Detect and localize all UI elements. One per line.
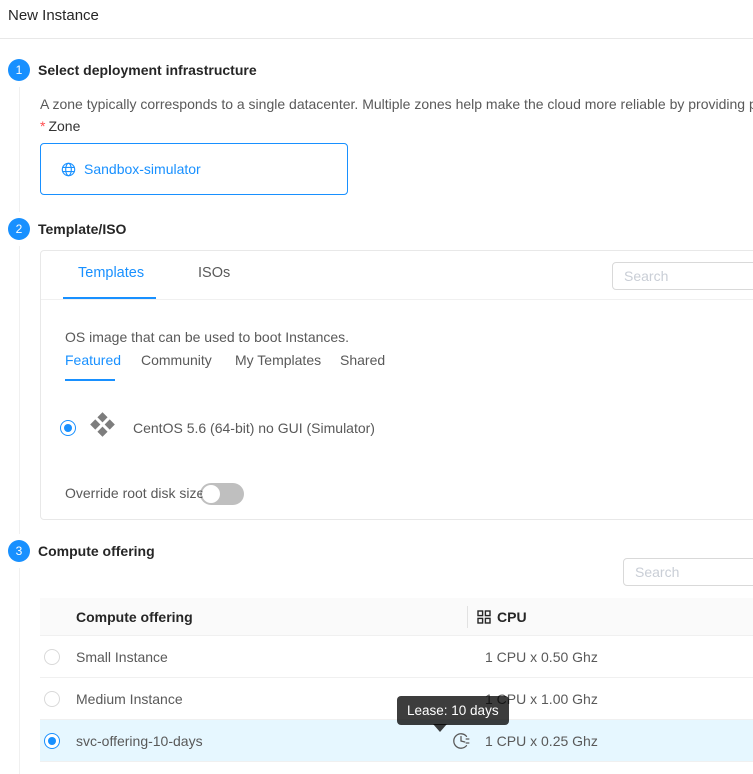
step-2-tail-line xyxy=(19,246,20,534)
lease-tooltip-text: Lease: 10 days xyxy=(407,703,499,718)
template-radio[interactable] xyxy=(60,420,76,436)
offering-cpu: 1 CPU x 0.50 Ghz xyxy=(485,649,598,665)
step-3-title: Compute offering xyxy=(38,543,155,559)
template-tabbar: Templates ISOs xyxy=(41,251,753,300)
offering-radio-medium[interactable] xyxy=(44,691,60,707)
lease-clock-icon[interactable] xyxy=(452,732,470,750)
toggle-knob xyxy=(202,485,220,503)
offering-name: svc-offering-10-days xyxy=(76,733,203,749)
zone-select-card[interactable]: Sandbox-simulator xyxy=(40,143,348,195)
tab-ink-bar xyxy=(63,297,156,299)
grid-icon xyxy=(477,610,491,624)
step-3-indicator: 3 xyxy=(8,540,30,562)
offering-search-input[interactable] xyxy=(623,558,753,586)
step-2-number: 2 xyxy=(16,222,23,236)
template-name: CentOS 5.6 (64-bit) no GUI (Simulator) xyxy=(133,420,375,436)
offering-cpu: 1 CPU x 0.25 Ghz xyxy=(485,733,598,749)
os-image-description: OS image that can be used to boot Instan… xyxy=(65,329,349,345)
column-header-offering: Compute offering xyxy=(76,609,193,625)
compute-offering-table: Compute offering CPU Small Instance 1 CP… xyxy=(40,598,753,762)
override-root-disk-toggle[interactable] xyxy=(200,483,244,505)
table-header-row: Compute offering CPU xyxy=(40,598,753,636)
override-root-disk-label: Override root disk size xyxy=(65,485,204,501)
tab-templates[interactable]: Templates xyxy=(78,265,144,281)
tab-isos[interactable]: ISOs xyxy=(198,265,230,281)
offering-radio-small[interactable] xyxy=(44,649,60,665)
offering-radio-svc-10-days[interactable] xyxy=(44,733,60,749)
page-title: New Instance xyxy=(8,7,99,24)
globe-icon xyxy=(61,162,76,177)
step-1-number: 1 xyxy=(16,63,23,77)
subtab-ink-bar xyxy=(65,379,115,381)
template-iso-card: Templates ISOs OS image that can be used… xyxy=(40,250,753,520)
template-search-input[interactable] xyxy=(612,262,753,290)
step-2-indicator: 2 xyxy=(8,218,30,240)
subtab-community[interactable]: Community xyxy=(141,352,212,368)
column-separator xyxy=(467,606,468,628)
offering-row-svc-10-days[interactable]: svc-offering-10-days 1 CPU x 0.25 Ghz xyxy=(40,720,753,762)
zone-field-label: *Zone xyxy=(40,118,80,134)
step-1-indicator: 1 xyxy=(8,59,30,81)
lease-tooltip: Lease: 10 days xyxy=(397,696,509,725)
subtab-featured[interactable]: Featured xyxy=(65,352,121,368)
header-divider xyxy=(0,38,753,39)
column-header-cpu: CPU xyxy=(477,609,527,625)
step-1-title: Select deployment infrastructure xyxy=(38,62,257,78)
zone-name: Sandbox-simulator xyxy=(84,161,201,177)
offering-name: Medium Instance xyxy=(76,691,183,707)
step-3-tail-line xyxy=(19,568,20,774)
offering-name: Small Instance xyxy=(76,649,168,665)
centos-logo-icon xyxy=(89,411,116,438)
step-2-title: Template/ISO xyxy=(38,221,126,237)
new-instance-wizard: New Instance 1 Select deployment infrast… xyxy=(0,0,753,774)
offering-row-small[interactable]: Small Instance 1 CPU x 0.50 Ghz xyxy=(40,636,753,678)
required-asterisk: * xyxy=(40,118,45,134)
step-3-number: 3 xyxy=(16,544,23,558)
subtab-shared[interactable]: Shared xyxy=(340,352,385,368)
lease-tooltip-arrow xyxy=(433,724,447,732)
subtab-my-templates[interactable]: My Templates xyxy=(235,352,321,368)
zone-description: A zone typically corresponds to a single… xyxy=(40,96,753,112)
step-1-tail-line xyxy=(19,87,20,212)
